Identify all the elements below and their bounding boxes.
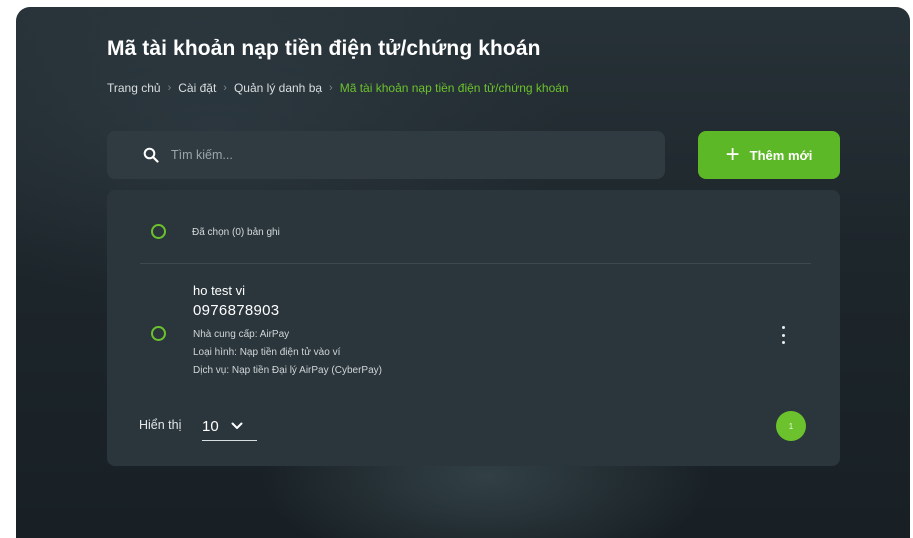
add-new-button[interactable]: + Thêm mới xyxy=(698,131,840,179)
item-type: Loại hình: Nạp tiền điện tử vào ví xyxy=(193,347,341,358)
item-select-radio[interactable] xyxy=(151,326,166,341)
app-window: Mã tài khoản nạp tiền điện tử/chứng khoá… xyxy=(16,7,910,538)
item-provider: Nhà cung cấp: AirPay xyxy=(193,329,290,340)
item-name: ho test vi xyxy=(193,283,246,298)
page-size-select[interactable]: 10 xyxy=(202,412,257,441)
breadcrumb-item-contacts[interactable]: Quản lý danh bạ xyxy=(234,81,322,95)
item-service: Dịch vụ: Nạp tiền Đại lý AirPay (CyberPa… xyxy=(193,365,382,376)
page-size-value: 10 xyxy=(202,417,219,435)
add-new-label: Thêm mới xyxy=(749,147,813,163)
search-icon xyxy=(143,147,159,163)
divider xyxy=(140,263,811,264)
select-all-radio[interactable] xyxy=(151,224,166,239)
breadcrumb-separator: › xyxy=(329,82,333,94)
page-title: Mã tài khoản nạp tiền điện tử/chứng khoá… xyxy=(107,37,541,60)
breadcrumb-separator: › xyxy=(167,82,172,94)
records-panel: Đã chọn (0) bản ghi ho test vi 097687890… xyxy=(107,190,840,466)
page-size-label: Hiển thị xyxy=(139,418,182,432)
selected-count-label: Đã chọn (0) bản ghi xyxy=(192,227,280,238)
chevron-down-icon xyxy=(231,422,243,429)
breadcrumb-item-current: Mã tài khoản nạp tiền điện tử/chứng khoá… xyxy=(339,81,569,95)
pagination-page-button[interactable]: 1 xyxy=(776,411,806,441)
item-account-number: 0976878903 xyxy=(193,302,280,319)
breadcrumb-separator: › xyxy=(223,82,227,94)
breadcrumb-item-home[interactable]: Trang chủ xyxy=(107,81,161,95)
breadcrumb: Trang chủ › Cài đặt › Quản lý danh bạ › … xyxy=(107,81,569,95)
search-bar xyxy=(107,131,665,179)
search-input[interactable] xyxy=(169,147,613,163)
breadcrumb-item-settings[interactable]: Cài đặt xyxy=(178,81,216,95)
more-vertical-icon[interactable] xyxy=(777,326,789,344)
plus-icon: + xyxy=(725,141,740,168)
